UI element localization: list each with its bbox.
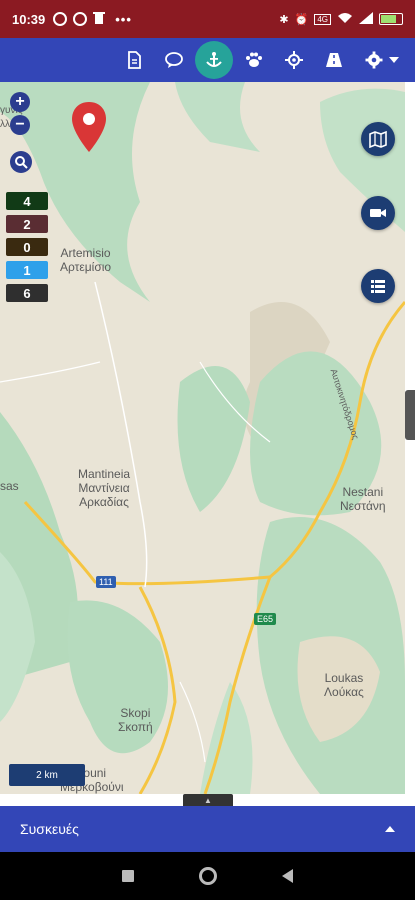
place-name-gr: Λούκας — [324, 685, 364, 699]
counter-value: 2 — [23, 216, 31, 232]
document-icon — [128, 51, 141, 69]
road-shield-111: 111 — [96, 576, 116, 588]
road-icon — [326, 53, 342, 67]
anchor-icon — [206, 52, 222, 67]
paw-button[interactable] — [235, 41, 273, 79]
zoom-out-button[interactable]: − — [10, 115, 30, 135]
trash-icon — [93, 11, 106, 28]
map-layers-icon — [369, 130, 387, 148]
devices-label: Συσκευές — [20, 821, 79, 837]
devices-bar[interactable]: Συσκευές — [0, 806, 415, 852]
map-layers-button[interactable] — [361, 122, 395, 156]
anchor-button[interactable] — [195, 41, 233, 79]
volte-icon: 4G — [314, 13, 331, 25]
crosshair-button[interactable] — [275, 41, 313, 79]
chevron-down-icon[interactable] — [389, 57, 399, 63]
search-button[interactable] — [10, 151, 32, 173]
place-name-gr: Νεστάνη — [340, 499, 386, 513]
counter-value: 1 — [23, 262, 31, 278]
counter-1[interactable]: 2 — [6, 215, 48, 233]
place-label-mantineia: Mantineia Μαντίνεια Αρκαδίας — [78, 467, 130, 509]
counter-value: 0 — [23, 239, 31, 255]
counter-value: 4 — [23, 193, 31, 209]
place-name-en: Skopi — [120, 706, 151, 720]
road-shield-e65: E65 — [254, 613, 277, 625]
place-label-loukas: Loukas Λούκας — [324, 671, 364, 699]
zoom-in-button[interactable]: + — [10, 92, 30, 112]
place-name-gr: Αρκαδίας — [79, 495, 129, 509]
wifi-icon — [337, 12, 353, 27]
place-name-gr: Μαντίνεια — [78, 481, 130, 495]
status-right: ✱ ⏰ 4G — [279, 11, 403, 27]
chevron-up-icon: ▲ — [204, 795, 212, 805]
document-button[interactable] — [115, 41, 153, 79]
battery-icon — [379, 13, 403, 25]
place-name-gr: Σκοπή — [118, 720, 153, 734]
gear-icon — [365, 51, 383, 69]
home-button[interactable] — [198, 867, 217, 885]
chat-button[interactable] — [155, 41, 193, 79]
counter-4[interactable]: 6 — [6, 284, 48, 302]
notification-icon-2 — [73, 12, 88, 26]
side-panel-handle[interactable] — [405, 390, 415, 440]
alarm-icon: ⏰ — [294, 13, 309, 26]
map-scale: 2 km — [9, 764, 85, 786]
place-name-gr: Αρτεμίσιο — [60, 260, 112, 274]
place-name-en: Nestani — [342, 485, 384, 499]
list-icon — [371, 280, 385, 293]
place-label-artemisio: Artemisio Αρτεμίσιο — [60, 246, 111, 274]
top-toolbar — [0, 38, 415, 82]
place-name-en: Mantineia — [78, 467, 131, 481]
location-pin[interactable] — [70, 100, 108, 160]
crosshair-icon — [285, 51, 303, 69]
search-icon — [15, 156, 28, 169]
paw-icon — [246, 52, 262, 67]
signal-icon — [359, 11, 373, 27]
back-button[interactable] — [281, 869, 293, 883]
counter-0[interactable]: 4 — [6, 192, 48, 210]
list-button[interactable] — [361, 269, 395, 303]
system-nav-bar — [0, 852, 415, 900]
road-button[interactable] — [315, 41, 353, 79]
notification-icon-1 — [53, 12, 68, 26]
counter-value: 6 — [23, 285, 31, 301]
chevron-up-icon[interactable] — [385, 826, 395, 832]
video-icon — [370, 209, 386, 217]
video-button[interactable] — [361, 196, 395, 230]
map-view[interactable]: γυνις λλισος + − 4 2 0 1 6 Artemisio Αρτ… — [0, 82, 405, 794]
settings-button[interactable] — [355, 41, 393, 79]
recents-button[interactable] — [122, 870, 135, 882]
status-bar: 10:39 ••• ✱ ⏰ 4G — [0, 0, 415, 38]
more-notifications: ••• — [115, 11, 132, 27]
status-time: 10:39 — [12, 11, 46, 27]
drawer-handle[interactable]: ▲ — [183, 794, 233, 806]
place-name-en: Loukas — [324, 671, 364, 685]
chat-icon — [165, 52, 183, 68]
place-name-en: Artemisio — [60, 246, 111, 260]
counter-2[interactable]: 0 — [6, 238, 48, 256]
counter-3[interactable]: 1 — [6, 261, 48, 279]
place-label-cut-left: sas — [0, 479, 19, 493]
bluetooth-icon: ✱ — [279, 13, 289, 26]
place-label-skopi: Skopi Σκοπή — [118, 706, 153, 734]
place-label-nestani: Nestani Νεστάνη — [340, 485, 386, 513]
